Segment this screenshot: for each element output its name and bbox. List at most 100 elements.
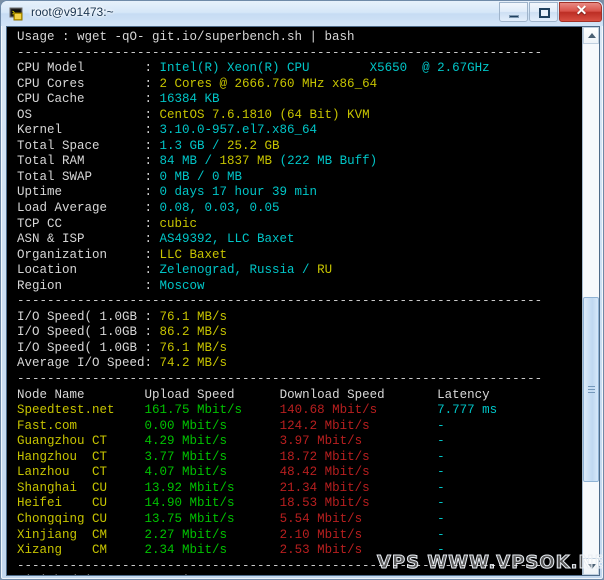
scroll-up-button[interactable] [583,27,599,44]
footer-row: Finished in : 5 min 31 sec [17,574,583,575]
scrollbar-track-lower[interactable] [583,482,599,558]
upload-speed: 161.75 Mbit/s [144,403,280,418]
node-name: Shanghai CU [17,480,145,495]
close-button[interactable]: ✕ [559,2,602,22]
io-speed-row: I/O Speed( 1.0GB : 76.1 MB/s [17,341,583,357]
sysinfo-label: CPU Model : [17,61,160,76]
download-speed: 124.2 Mbit/s [279,418,438,433]
sysinfo-row: Total Space : 1.3 GB / 25.2 GB [17,139,583,155]
footer-label: Finished in : [17,574,160,575]
latency: - [437,465,445,480]
download-speed: 2.53 Mbit/s [279,543,438,558]
column-header-node: Node Name [17,387,145,402]
scroll-down-button[interactable] [583,558,599,575]
latency: - [437,511,445,526]
maximize-icon [539,8,550,18]
download-speed: 2.10 Mbit/s [279,527,438,542]
sysinfo-label: Uptime : [17,185,160,200]
io-label: I/O Speed( 1.0GB : [17,309,160,324]
sysinfo-row: CPU Cache : 16384 KB [17,92,583,108]
column-header-download: Download Speed [279,387,438,402]
speedtest-row: Shanghai CU 13.92 Mbit/s 21.34 Mbit/s - [17,481,583,497]
latency: - [437,527,445,542]
scrollbar-thumb[interactable] [583,297,599,482]
download-speed: 3.97 Mbit/s [279,434,438,449]
upload-speed: 14.90 Mbit/s [144,496,280,511]
chevron-down-icon [588,564,596,569]
download-speed: 48.42 Mbit/s [279,465,438,480]
download-speed: 140.68 Mbit/s [279,403,438,418]
sysinfo-label: OS : [17,107,160,122]
sysinfo-label: Load Average : [17,201,160,216]
scrollbar-track-upper[interactable] [583,44,599,297]
sysinfo-value: LLC Baxet [159,247,228,262]
speedtest-row: Xizang CM 2.34 Mbit/s 2.53 Mbit/s - [17,543,583,559]
node-name: Xizang CM [17,543,145,558]
io-speed-row: I/O Speed( 1.0GB : 86.2 MB/s [17,325,583,341]
sysinfo-label: Total RAM : [17,154,160,169]
io-value: 86.2 MB/s [159,325,228,340]
latency: - [437,449,445,464]
close-icon: ✕ [575,4,588,19]
sysinfo-value: 25.2 GB [227,138,280,153]
sysinfo-row: Kernel : 3.10.0-957.el7.x86_64 [17,123,583,139]
sysinfo-value: 84 MB / [159,154,220,169]
latency: 7.777 ms [437,403,498,418]
sysinfo-row: Region : Moscow [17,279,583,295]
speedtest-header-row: Node Name Upload Speed Download Speed La… [17,388,583,404]
upload-speed: 0.00 Mbit/s [144,418,280,433]
separator-line: ----------------------------------------… [17,45,543,60]
node-name: Lanzhou CT [17,465,145,480]
window-titlebar[interactable]: root@v91473:~ ✕ [1,1,603,26]
terminal-scrollbar[interactable] [582,27,599,575]
sysinfo-value: RU [317,263,333,278]
separator-line: ----------------------------------------… [17,372,543,387]
sysinfo-label: CPU Cache : [17,92,160,107]
node-name: Speedtest.net [17,403,145,418]
node-name: Fast.com [17,418,145,433]
maximize-button[interactable] [529,2,558,22]
sysinfo-row: Total SWAP : 0 MB / 0 MB [17,170,583,186]
sysinfo-row: Location : Zelenograd, Russia / RU [17,263,583,279]
latency: - [437,418,445,433]
sysinfo-label: CPU Cores : [17,76,160,91]
sysinfo-value: AS49392, LLC Baxet [159,232,295,247]
io-label: I/O Speed( 1.0GB : [17,325,160,340]
upload-speed: 3.77 Mbit/s [144,449,280,464]
io-label: I/O Speed( 1.0GB : [17,340,160,355]
speedtest-row: Speedtest.net 161.75 Mbit/s 140.68 Mbit/… [17,403,583,419]
io-value: 76.1 MB/s [159,340,228,355]
download-speed: 18.53 Mbit/s [279,496,438,511]
io-value: 74.2 MB/s [159,356,228,371]
io-speed-row: I/O Speed( 1.0GB : 76.1 MB/s [17,310,583,326]
sysinfo-row: ASN & ISP : AS49392, LLC Baxet [17,232,583,248]
minimize-button[interactable] [499,2,528,22]
upload-speed: 2.34 Mbit/s [144,543,280,558]
sysinfo-row: Uptime : 0 days 17 hour 39 min [17,185,583,201]
sysinfo-value: (222 MB Buff) [272,154,378,169]
sysinfo-label: ASN & ISP : [17,232,160,247]
node-name: Hangzhou CT [17,449,145,464]
sysinfo-row: CPU Cores : 2 Cores @ 2666.760 MHz x86_6… [17,77,583,93]
sysinfo-row: OS : CentOS 7.6.1810 (64 Bit) KVM [17,108,583,124]
sysinfo-label: Total Space : [17,138,160,153]
sysinfo-label: Kernel : [17,123,160,138]
sysinfo-value: Zelenograd, Russia / [159,263,318,278]
footer-value: 5 min 31 sec [160,574,250,575]
speedtest-row: Heifei CU 14.90 Mbit/s 18.53 Mbit/s - [17,496,583,512]
sysinfo-row: Organization : LLC Baxet [17,248,583,264]
minimize-icon [509,15,519,18]
latency: - [437,480,445,495]
sysinfo-value: Moscow [159,278,205,293]
scrollbar-grip-icon [588,386,595,393]
terminal-window: root@v91473:~ ✕ Usage : wget -qO- git.io… [0,0,604,580]
sysinfo-value: cubic [159,216,198,231]
terminal-panel: Usage : wget -qO- git.io/superbench.sh |… [6,26,603,576]
usage-line: Usage : wget -qO- git.io/superbench.sh |… [17,30,583,46]
sysinfo-value: CentOS 7.6.1810 (64 Bit) KVM [159,107,370,122]
sysinfo-label: Location : [17,263,160,278]
terminal-output[interactable]: Usage : wget -qO- git.io/superbench.sh |… [7,27,583,575]
upload-speed: 2.27 Mbit/s [144,527,280,542]
io-value: 76.1 MB/s [159,309,228,324]
sysinfo-value: 1837 MB [219,154,273,169]
